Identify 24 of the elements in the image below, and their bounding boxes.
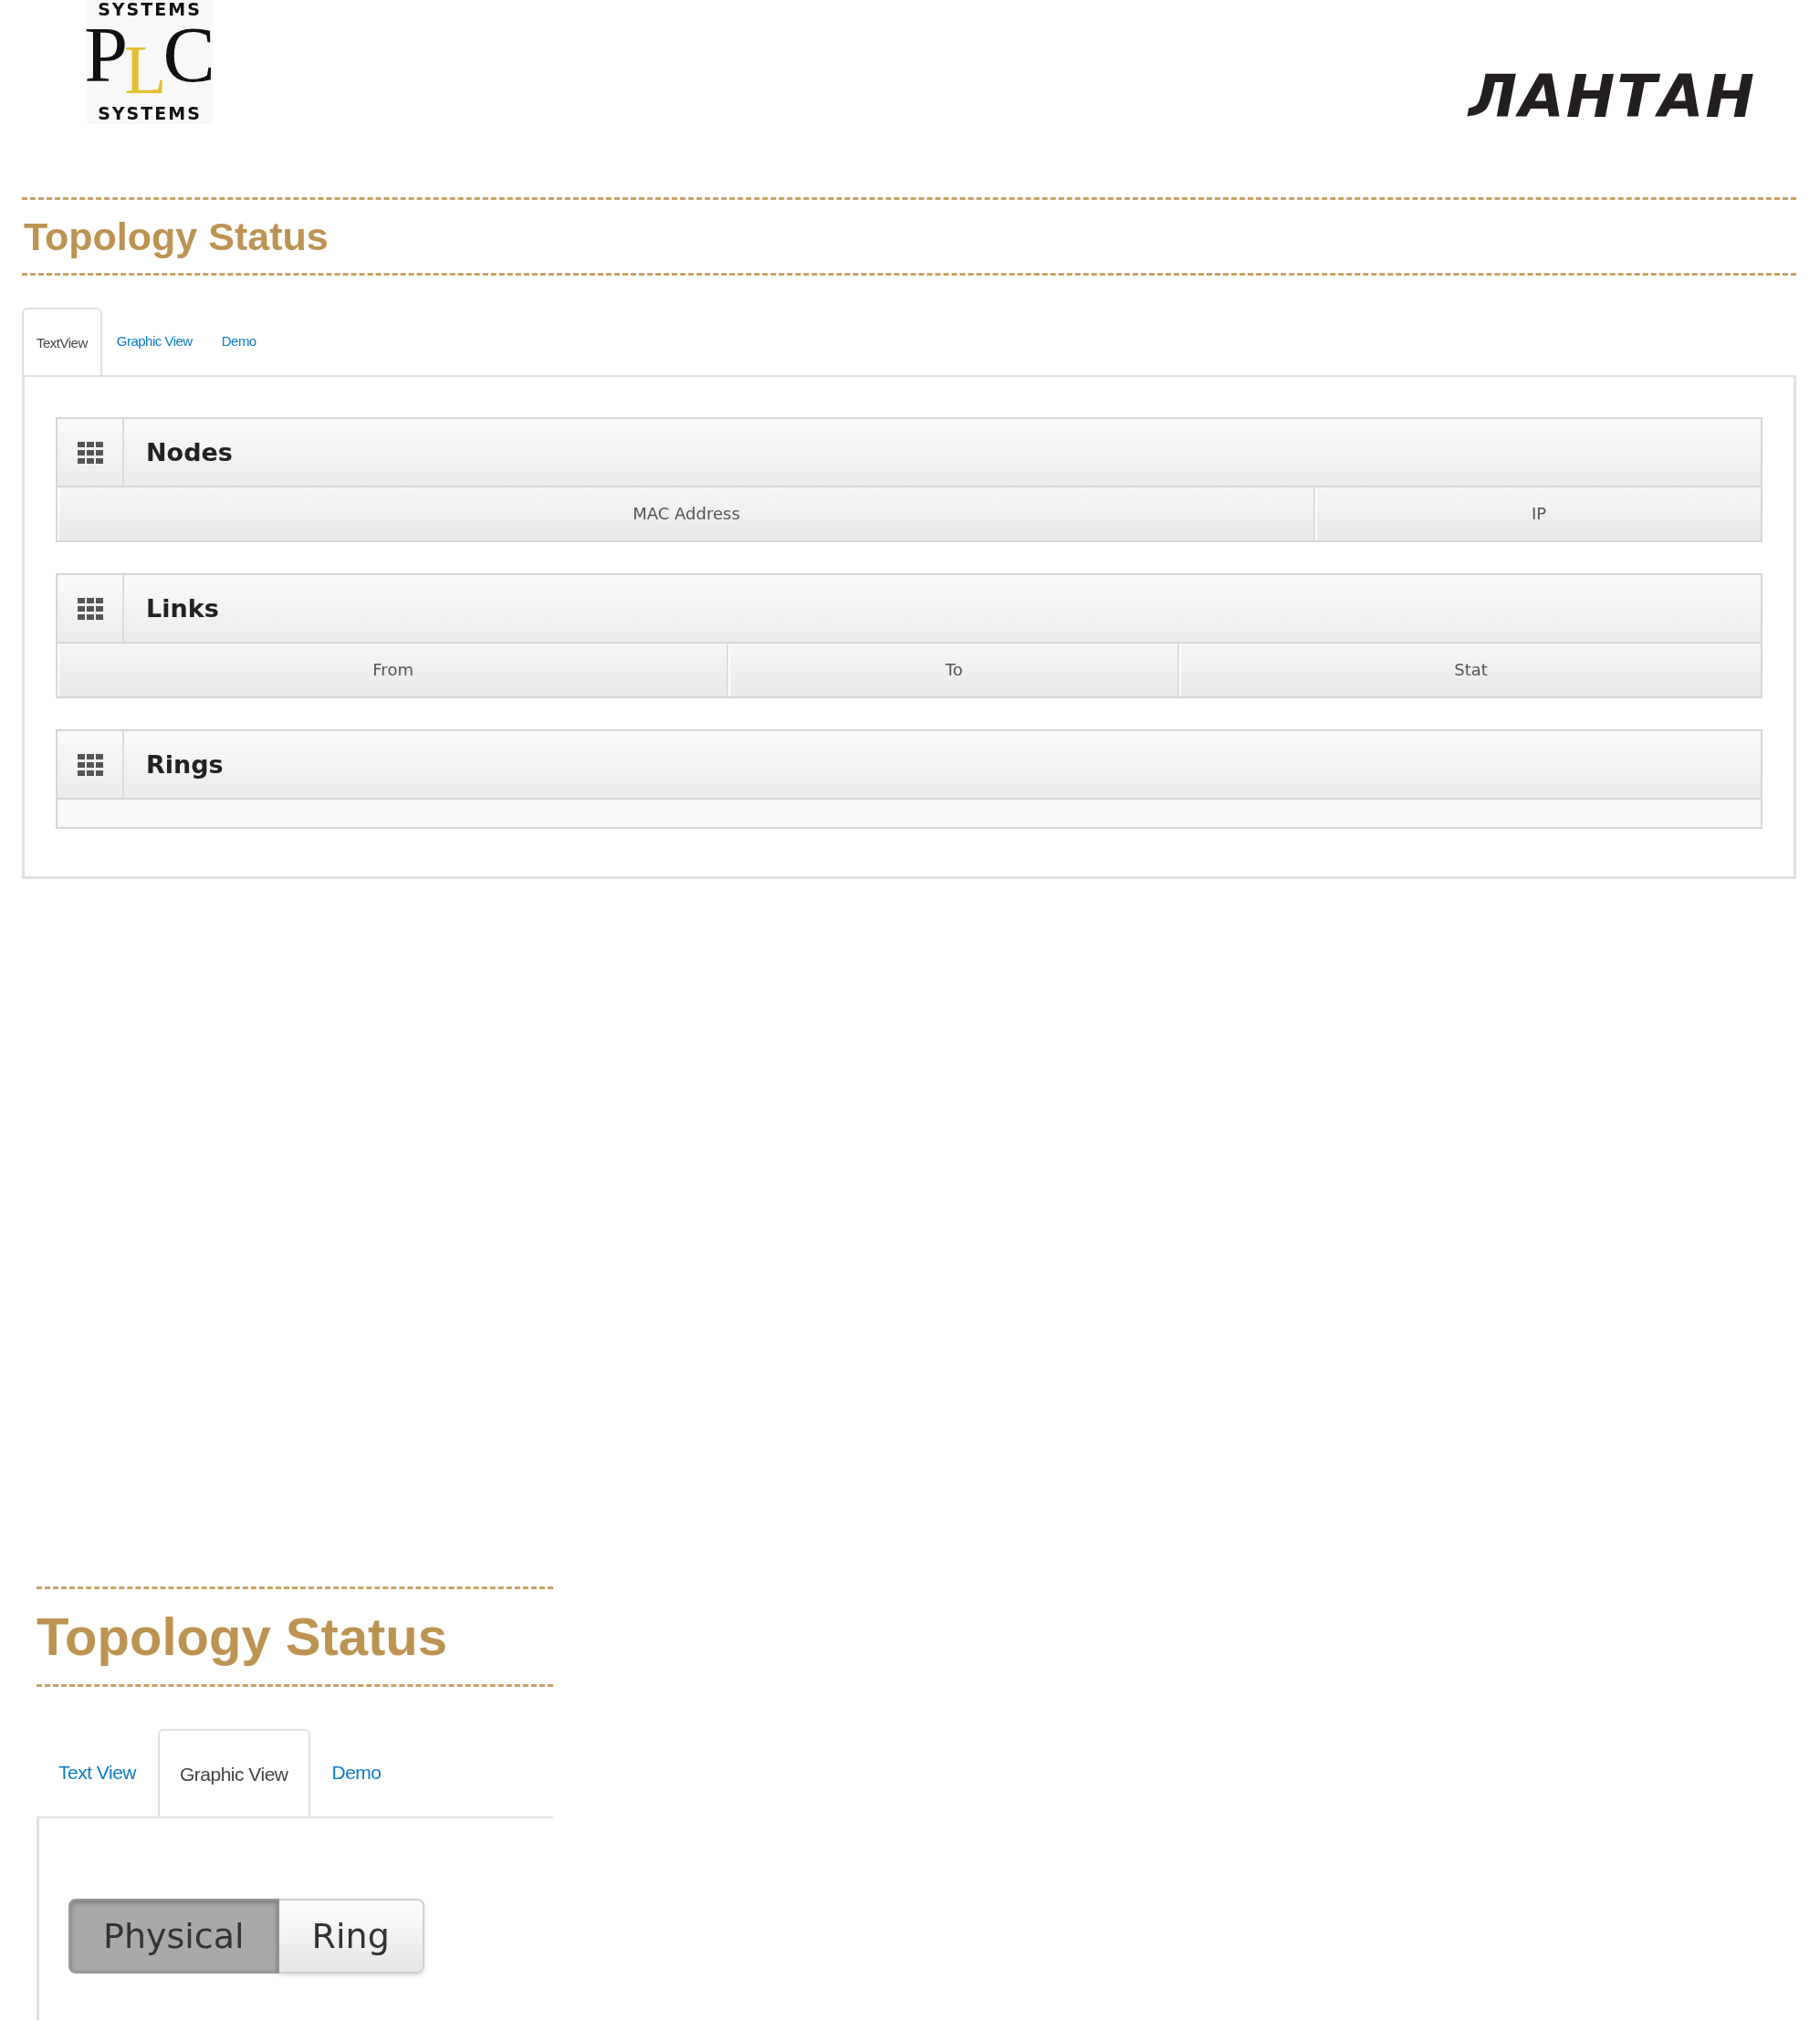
toggle-button[interactable]: Physical — [68, 1899, 279, 1974]
grid-icon — [77, 597, 103, 620]
page-title: Topology Status — [23, 214, 329, 260]
column-header: To — [728, 644, 1180, 696]
section-title: Links — [146, 594, 219, 623]
brand-logo: ЛАНТАН — [1469, 71, 1756, 122]
grid-icon — [77, 441, 103, 464]
tab[interactable]: Graphic View — [101, 306, 207, 375]
tab[interactable]: Text View — [37, 1727, 158, 1817]
grid-icon — [77, 753, 103, 776]
section-title: Nodes — [146, 438, 233, 466]
logo-text: SYSTEMS — [98, 104, 202, 122]
section-title: Rings — [146, 750, 224, 779]
page-title: Topology Status — [37, 1606, 448, 1668]
column-header: Stat — [1179, 644, 1761, 696]
tab[interactable]: TextView — [22, 308, 102, 377]
tab[interactable]: Graphic View — [158, 1729, 310, 1818]
column-header: MAC Address — [58, 487, 1316, 540]
toggle-button[interactable]: Ring — [278, 1899, 424, 1974]
tab[interactable]: Demo — [206, 306, 271, 375]
logo-text: SYSTEMS — [98, 0, 202, 18]
column-header: From — [58, 644, 729, 696]
column-header: IP — [1315, 487, 1761, 540]
tab[interactable]: Demo — [309, 1727, 403, 1817]
